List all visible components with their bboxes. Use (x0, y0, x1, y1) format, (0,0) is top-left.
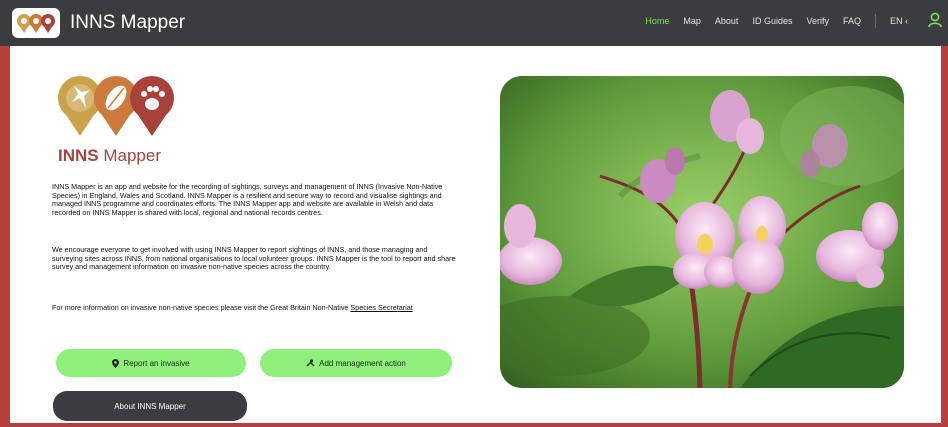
secretariat-link[interactable]: Species Secretariat (350, 303, 412, 312)
tools-icon (306, 359, 315, 367)
inns-pins-icon (17, 14, 55, 33)
logo-wordmark-regular: Mapper (98, 146, 161, 165)
nav-about[interactable]: About (715, 16, 739, 28)
about-inns-mapper-button[interactable]: About INNS Mapper (53, 391, 247, 421)
main-content: INNS Mapper INNS Mapper is an app and we… (10, 46, 941, 423)
brand-logo[interactable] (12, 8, 60, 38)
nav-verify[interactable]: Verify (806, 16, 829, 28)
nav-map[interactable]: Map (683, 16, 701, 28)
nav-divider (875, 14, 876, 28)
more-info-paragraph: For more information on invasive non-nat… (52, 303, 456, 313)
brand-name[interactable]: INNS Mapper (70, 12, 185, 34)
encourage-paragraph: We encourage everyone to get involved wi… (52, 245, 456, 272)
nav-faq[interactable]: FAQ (843, 16, 861, 28)
nav-id-guides[interactable]: ID Guides (752, 16, 792, 28)
language-selector[interactable]: EN ‹ (890, 16, 908, 28)
user-icon[interactable] (928, 12, 942, 33)
himalayan-balsam-photo (500, 76, 904, 388)
logo-wordmark: INNS Mapper (58, 146, 161, 166)
report-invasive-button[interactable]: Report an invasive (56, 349, 246, 377)
report-invasive-label: Report an invasive (123, 358, 190, 368)
map-pin-icon (112, 358, 120, 368)
about-inns-mapper-label: About INNS Mapper (114, 401, 186, 411)
top-navbar: INNS Mapper Home Map About ID Guides Ver… (0, 0, 948, 46)
intro-paragraph: INNS Mapper is an app and website for th… (52, 182, 443, 217)
logo-wordmark-bold: INNS (58, 146, 99, 165)
add-management-action-button[interactable]: Add management action (260, 349, 452, 377)
add-management-action-label: Add management action (319, 358, 406, 368)
nav-home[interactable]: Home (645, 16, 669, 28)
more-info-text: For more information on invasive non-nat… (52, 303, 351, 312)
nav-links: Home Map About ID Guides Verify FAQ EN ‹ (631, 14, 908, 28)
